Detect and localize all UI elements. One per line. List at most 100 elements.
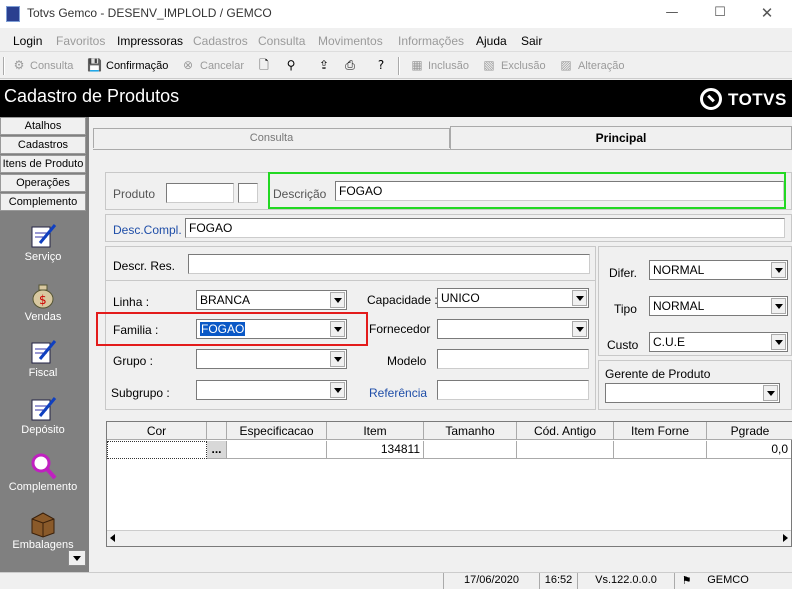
menu-sair[interactable]: Sair: [521, 34, 542, 48]
sidebar-tab-atalhos[interactable]: Atalhos: [0, 117, 86, 135]
items-table[interactable]: Cor Especificacao Item Tamanho Cód. Anti…: [106, 421, 792, 547]
custo-select[interactable]: C.U.E: [649, 332, 788, 352]
export-icon[interactable]: ⇪: [317, 58, 331, 72]
close-icon[interactable]: ✕: [757, 4, 777, 22]
status-company: GEMCO: [707, 574, 749, 586]
column-header-tamanho[interactable]: Tamanho: [424, 422, 517, 440]
menu-login[interactable]: Login: [13, 34, 42, 48]
table-cell-cor[interactable]: [107, 441, 207, 459]
produto-digit-input[interactable]: [238, 183, 258, 203]
chevron-down-icon[interactable]: [330, 292, 345, 308]
produto-input[interactable]: [166, 183, 234, 203]
menu-consulta[interactable]: Consulta: [258, 34, 305, 48]
chevron-down-icon[interactable]: [330, 382, 345, 398]
column-header-pgrade[interactable]: Pgrade: [707, 422, 792, 440]
table-cell-pgrade[interactable]: 0,0: [707, 441, 791, 459]
sidebar-button-label: Depósito: [21, 424, 65, 436]
binoculars-icon[interactable]: ⚲: [284, 58, 298, 72]
sidebar-tab-complemento[interactable]: Complemento: [0, 193, 86, 211]
linha-label: Linha :: [113, 295, 150, 309]
package-box-icon: [31, 512, 55, 538]
column-header-item[interactable]: Item: [327, 422, 424, 440]
sidebar-tab-itens-produto[interactable]: Itens de Produto: [0, 155, 86, 173]
exclusao-button[interactable]: Exclusão: [501, 60, 546, 72]
table-cell-item[interactable]: 134811: [327, 441, 424, 459]
table-cell-ellipsis-button[interactable]: ...: [207, 441, 227, 459]
sidebar-button-label: Vendas: [24, 311, 62, 323]
menu-impressoras[interactable]: Impressoras: [117, 34, 183, 48]
sidebar-scroll-down-button[interactable]: [68, 550, 86, 566]
maximize-icon[interactable]: ☐: [710, 4, 730, 22]
sidebar: Atalhos Cadastros Itens de Produto Opera…: [0, 117, 89, 572]
chevron-down-icon[interactable]: [572, 290, 587, 306]
capacidade-select[interactable]: UNICO: [437, 288, 589, 308]
print-icon[interactable]: ⎙: [343, 58, 357, 72]
chevron-down-icon[interactable]: [771, 298, 786, 314]
desc-compl-input[interactable]: FOGAO: [185, 218, 785, 238]
chevron-right-icon[interactable]: [783, 534, 788, 542]
fornecedor-select[interactable]: [437, 319, 589, 339]
column-header-blank[interactable]: [207, 422, 227, 440]
table-cell-cod-antigo[interactable]: [517, 441, 614, 459]
chevron-down-icon[interactable]: [330, 351, 345, 367]
referencia-input[interactable]: [437, 380, 589, 400]
column-header-cor[interactable]: Cor: [107, 422, 207, 440]
title-bar: Totvs Gemco - DESENV_IMPLOLD / GEMCO — ☐…: [0, 0, 792, 28]
sidebar-button-vendas[interactable]: $ Vendas: [0, 281, 86, 323]
grupo-select[interactable]: [196, 349, 347, 369]
descr-res-input[interactable]: [188, 254, 590, 274]
menu-cadastros[interactable]: Cadastros: [193, 34, 248, 48]
chevron-down-icon[interactable]: [763, 385, 778, 401]
window-title: Totvs Gemco - DESENV_IMPLOLD / GEMCO: [27, 6, 272, 20]
column-header-especificacao[interactable]: Especificacao: [227, 422, 327, 440]
horizontal-scrollbar[interactable]: [107, 530, 791, 546]
sidebar-button-complemento[interactable]: Complemento: [0, 451, 86, 493]
consulta-button[interactable]: Consulta: [30, 60, 73, 72]
difer-select[interactable]: NORMAL: [649, 260, 788, 280]
new-document-icon[interactable]: 🗋: [257, 58, 271, 72]
modelo-input[interactable]: [437, 349, 589, 369]
inclusao-button[interactable]: Inclusão: [428, 60, 469, 72]
table-cell-tamanho[interactable]: [424, 441, 517, 459]
referencia-label: Referência: [369, 386, 428, 400]
sidebar-button-label: Complemento: [8, 481, 78, 493]
chevron-down-icon[interactable]: [572, 321, 587, 337]
chevron-down-icon[interactable]: [771, 334, 786, 350]
totvs-logo-icon: [700, 88, 722, 110]
save-icon: 💾: [87, 58, 102, 72]
capacidade-value: UNICO: [441, 291, 480, 305]
subgrupo-select[interactable]: [196, 380, 347, 400]
help-icon[interactable]: ?: [374, 58, 388, 72]
familia-highlight: [96, 312, 368, 346]
custo-label: Custo: [607, 338, 639, 352]
chevron-left-icon[interactable]: [110, 534, 115, 542]
confirmacao-button[interactable]: Confirmação: [106, 60, 168, 72]
chevron-down-icon[interactable]: [771, 262, 786, 278]
page-title: Cadastro de Produtos: [4, 86, 180, 106]
linha-select[interactable]: BRANCA: [196, 290, 347, 310]
column-header-item-forne[interactable]: Item Forne: [614, 422, 707, 440]
sidebar-tab-operacoes[interactable]: Operações: [0, 174, 86, 192]
magnifier-icon: [31, 453, 57, 480]
table-cell-especificacao[interactable]: [227, 441, 327, 459]
gerente-select[interactable]: [605, 383, 780, 403]
sidebar-button-fiscal[interactable]: Fiscal: [0, 337, 86, 379]
column-header-cod-antigo[interactable]: Cód. Antigo: [517, 422, 614, 440]
cancelar-button[interactable]: Cancelar: [200, 60, 244, 72]
menu-ajuda[interactable]: Ajuda: [476, 34, 507, 48]
menu-movimentos[interactable]: Movimentos: [318, 34, 383, 48]
sidebar-button-deposito[interactable]: Depósito: [0, 394, 86, 436]
sidebar-tab-cadastros[interactable]: Cadastros: [0, 136, 86, 154]
sidebar-button-servico[interactable]: Serviço: [0, 221, 86, 263]
minimize-icon[interactable]: —: [662, 4, 682, 22]
table-cell-item-forne[interactable]: [614, 441, 707, 459]
tipo-select[interactable]: NORMAL: [649, 296, 788, 316]
alteracao-button[interactable]: Alteração: [578, 60, 624, 72]
descricao-highlight: [268, 172, 786, 209]
menu-informacoes[interactable]: Informações: [398, 34, 464, 48]
tab-consulta[interactable]: Consulta: [93, 128, 450, 148]
menu-favoritos[interactable]: Favoritos: [56, 34, 105, 48]
tab-principal[interactable]: Principal: [450, 126, 792, 150]
page-header: Cadastro de Produtos TOTVS: [0, 80, 792, 117]
sidebar-button-embalagens[interactable]: Embalagens: [0, 509, 86, 551]
